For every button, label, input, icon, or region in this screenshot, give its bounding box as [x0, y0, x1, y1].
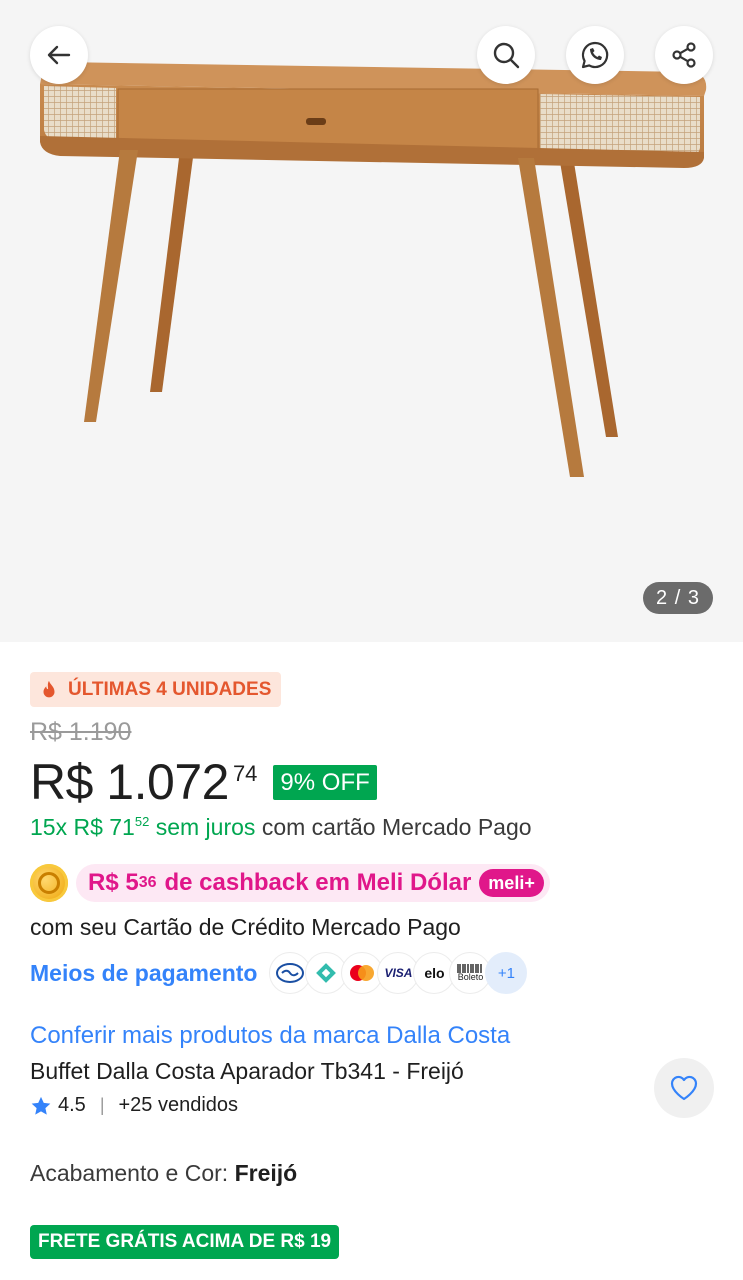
cashback-pill[interactable]: R$ 5 36 de cashback em Meli Dólar meli+	[76, 864, 550, 902]
installments-suffix: com cartão Mercado Pago	[261, 814, 532, 840]
back-button[interactable]	[30, 26, 88, 84]
current-price-cents: 74	[232, 761, 258, 786]
variant-selector[interactable]: Acabamento e Cor: Freijó	[30, 1160, 297, 1187]
variant-label: Acabamento e Cor:	[30, 1160, 229, 1186]
variant-value: Freijó	[234, 1160, 298, 1186]
payment-methods-row: Meios de pagamento VISA elo Boleto +1	[30, 952, 528, 994]
image-counter: 2 / 3	[643, 582, 713, 614]
flame-icon	[43, 680, 55, 697]
urgency-label: ÚLTIMAS 4 UNIDADES	[68, 678, 272, 700]
current-price: R$ 1.072	[30, 754, 229, 810]
product-gallery[interactable]: 2 / 3	[0, 0, 743, 642]
search-button[interactable]	[477, 26, 535, 84]
sold-count: +25 vendidos	[118, 1094, 239, 1116]
installments-no-interest: sem juros	[155, 814, 256, 840]
whatsapp-icon	[581, 41, 609, 69]
payment-methods-link[interactable]: Meios de pagamento	[30, 960, 257, 987]
installments-cents: 52	[134, 814, 150, 829]
search-icon	[493, 42, 520, 69]
rating-row[interactable]: 4.5 | +25 vendidos	[30, 1094, 238, 1117]
meli-plus-badge: meli+	[479, 869, 544, 897]
cashback-row[interactable]: R$ 5 36 de cashback em Meli Dólar meli+	[30, 864, 550, 902]
product-details: ÚLTIMAS 4 UNIDADES R$ 1.190 R$ 1.072 74 …	[0, 642, 743, 1280]
heart-icon	[670, 1075, 698, 1101]
share-button[interactable]	[655, 26, 713, 84]
original-price: R$ 1.190	[30, 718, 132, 746]
urgency-badge: ÚLTIMAS 4 UNIDADES	[30, 672, 282, 707]
cashback-text: de cashback em Meli Dólar	[164, 869, 472, 896]
more-payment-methods[interactable]: +1	[485, 952, 528, 994]
installments-info: 15x R$ 7152 sem juros com cartão Mercado…	[30, 814, 532, 841]
discount-badge: 9% OFF	[273, 765, 377, 800]
whatsapp-share-button[interactable]	[566, 26, 624, 84]
free-shipping-badge: FRETE GRÁTIS ACIMA DE R$ 19	[30, 1225, 340, 1259]
meli-dolar-coin-icon	[30, 864, 68, 902]
arrow-left-icon	[47, 45, 71, 65]
favorite-button[interactable]	[654, 1058, 714, 1118]
star-icon	[31, 1096, 51, 1115]
rating-value: 4.5	[58, 1094, 86, 1116]
cashback-amount-cents: 36	[138, 874, 157, 891]
share-icon	[672, 42, 696, 68]
price-row: R$ 1.072 74 9% OFF	[30, 754, 377, 810]
boleto-label: Boleto	[457, 972, 484, 982]
cashback-subtitle: com seu Cartão de Crédito Mercado Pago	[30, 914, 461, 940]
cashback-amount: R$ 5	[88, 869, 139, 896]
rating-divider: |	[99, 1095, 105, 1115]
brand-products-link[interactable]: Conferir mais produtos da marca Dalla Co…	[30, 1022, 510, 1050]
product-image[interactable]	[0, 0, 743, 642]
product-title: Buffet Dalla Costa Aparador Tb341 - Frei…	[30, 1058, 464, 1084]
installments-amount: 15x R$ 71	[30, 814, 135, 840]
